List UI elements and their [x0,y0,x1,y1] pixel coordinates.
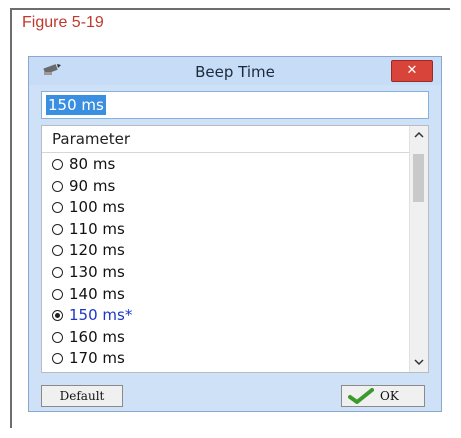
scroll-up-icon[interactable] [413,129,425,141]
list-item[interactable]: 110 ms [52,219,132,241]
ok-label: OK [380,389,399,403]
radio-button[interactable] [52,288,63,300]
scroll-thumb[interactable] [413,154,424,202]
radio-button[interactable] [52,245,63,257]
list-item[interactable]: 150 ms* [52,305,132,327]
radio-button[interactable] [52,202,63,214]
dialog-footer: Default OK [29,379,441,411]
window-title: Beep Time [195,63,275,81]
list-item[interactable]: 80 ms [52,154,132,176]
value-input[interactable]: 150 ms [41,91,429,119]
list-item-label: 170 ms [69,349,125,368]
close-button[interactable]: ✕ [391,60,433,82]
list-item-label: 120 ms [69,241,125,260]
header-divider [42,152,410,153]
list-item-label: 180 ms [69,371,125,372]
radio-button[interactable] [52,310,63,322]
value-input-text: 150 ms [46,95,106,115]
list-item[interactable]: 120 ms [52,240,132,262]
radio-button[interactable] [52,159,63,170]
close-icon: ✕ [406,63,418,78]
list-item[interactable]: 130 ms [52,262,132,284]
radio-button[interactable] [52,353,63,365]
list-item-label: 110 ms [69,219,125,238]
beep-time-dialog: Beep Time ✕ 150 ms Parameter 80 ms 90 ms 1… [28,56,442,412]
list-item-label: 80 ms [69,155,116,173]
list-items: 80 ms 90 ms 100 ms 110 ms 120 ms 130 ms 140 ms… [52,154,132,372]
figure-label: Figure 5-19 [22,14,104,31]
list-item[interactable]: 160 ms [52,327,132,349]
radio-button[interactable] [52,331,63,343]
list-item-label: 160 ms [69,327,125,346]
parameter-list[interactable]: Parameter 80 ms 90 ms 100 ms 110 ms 120 ms 13… [41,125,429,373]
list-item-label: 130 ms [69,262,125,281]
radio-button[interactable] [52,180,63,192]
radio-button[interactable] [52,266,63,278]
list-item-label: 100 ms [69,198,125,217]
vertical-scrollbar[interactable] [409,126,428,372]
title-bar[interactable]: Beep Time ✕ [29,57,441,85]
ok-button[interactable]: OK [341,385,425,407]
radio-button[interactable] [52,223,63,235]
scroll-down-icon[interactable] [413,356,425,368]
list-item[interactable]: 100 ms [52,197,132,219]
list-item-label: 90 ms [69,176,116,195]
list-item[interactable]: 180 ms [52,370,132,372]
list-header: Parameter [52,130,131,148]
list-item-label: 140 ms [69,284,125,303]
default-button[interactable]: Default [41,385,123,407]
checkmark-icon [348,388,374,404]
list-item[interactable]: 170 ms [52,348,132,370]
list-item-label: 150 ms* [69,306,133,325]
list-item[interactable]: 140 ms [52,284,132,306]
list-item[interactable]: 90 ms [52,176,132,198]
